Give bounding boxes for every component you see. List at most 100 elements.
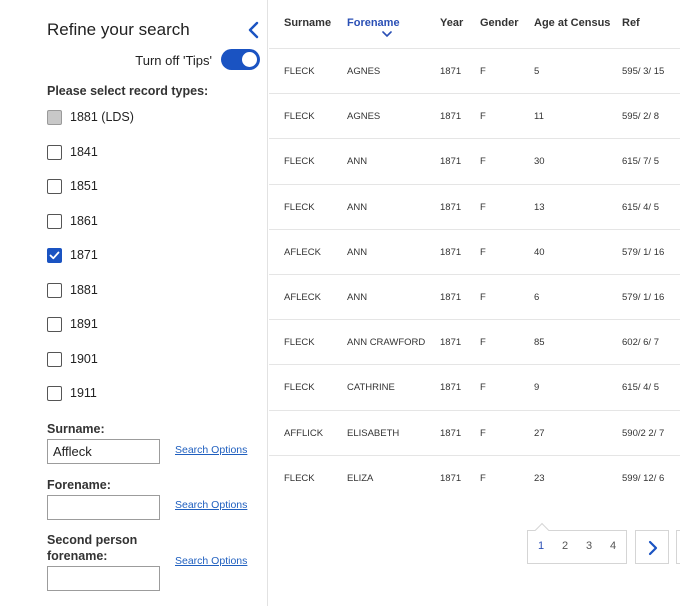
next-page-button[interactable] [635,530,669,564]
table-row[interactable]: FLECK AGNES 1871 F 5 595/ 3/ 15 [269,48,680,93]
cell-surname: FLECK [284,337,315,349]
collapse-sidebar-chevron-icon[interactable] [246,21,262,39]
record-type-label: 1871 [70,248,98,262]
refine-search-sidebar: Refine your search Turn off 'Tips' Pleas… [0,0,268,606]
record-type-label: 1901 [70,352,98,366]
record-type-checkbox[interactable] [47,178,62,194]
column-header-forename[interactable]: Forename [347,17,400,29]
cell-forename: ANN [347,292,368,303]
cell-ref: 599/ 12/ 6 [622,472,665,484]
record-type-1881-lds: 1881 (LDS) [47,108,134,126]
cell-gender: F [480,66,486,77]
surname-search-options-link[interactable]: Search Options [175,444,247,456]
cell-year: 1871 [440,427,462,439]
column-header-gender[interactable]: Gender [480,17,519,29]
last-page-button[interactable] [676,530,680,564]
cell-age: 23 [534,472,545,484]
record-type-checkbox[interactable] [47,213,62,229]
cell-age: 27 [534,427,545,439]
record-type-checkbox[interactable] [47,351,62,367]
record-type-1841[interactable]: 1841 [47,143,98,161]
record-type-checkbox [47,109,62,125]
cell-surname: AFLECK [284,292,321,303]
second-forename-label-line2: forename: [47,549,108,563]
record-type-checkbox[interactable] [47,316,62,332]
pagination: 1 2 3 4 [527,522,627,564]
cell-age: 30 [534,156,545,168]
results-table: Surname Forename Year Gender Age at Cens… [269,0,680,606]
cell-age: 85 [534,337,545,349]
table-row[interactable]: FLECK ELIZA 1871 F 23 599/ 12/ 6 [269,454,680,500]
cell-ref: 579/ 1/ 16 [622,292,665,303]
cell-forename: CATHRINE [347,382,395,394]
record-type-checkbox[interactable] [47,247,62,263]
cell-year: 1871 [440,66,462,77]
record-type-label: 1881 (LDS) [70,110,134,124]
table-row[interactable]: AFFLICK ELISABETH 1871 F 27 590/2 2/ 7 [269,409,680,455]
cell-gender: F [480,292,486,303]
record-type-1861[interactable]: 1861 [47,212,98,230]
cell-forename: AGNES [347,111,381,123]
cell-surname: FLECK [284,111,315,123]
table-row[interactable]: FLECK ANN 1871 F 30 615/ 7/ 5 [269,138,680,183]
cell-gender: F [480,337,486,349]
cell-forename: ANN [347,156,368,168]
page-1-link[interactable]: 1 [538,540,544,552]
cell-gender: F [480,111,486,123]
cell-age: 40 [534,246,545,258]
cell-gender: F [480,201,486,213]
record-type-checkbox[interactable] [47,282,62,298]
table-row[interactable]: FLECK ANN CRAWFORD 1871 F 85 602/ 6/ 7 [269,319,680,364]
second-forename-input[interactable] [47,566,160,591]
cell-surname: FLECK [284,472,315,484]
record-type-checkbox[interactable] [47,144,62,160]
cell-gender: F [480,156,486,168]
cell-year: 1871 [440,292,462,303]
cell-year: 1871 [440,201,462,213]
cell-year: 1871 [440,337,462,349]
table-row[interactable]: FLECK AGNES 1871 F 11 595/ 2/ 8 [269,93,680,138]
cell-gender: F [480,427,486,439]
column-header-surname[interactable]: Surname [284,17,331,29]
column-header-age[interactable]: Age at Census [534,17,610,29]
cell-age: 11 [534,111,544,123]
cell-forename: ELISABETH [347,427,400,439]
cell-gender: F [480,472,486,484]
cell-age: 9 [534,382,540,394]
surname-input[interactable] [47,439,160,464]
tips-toggle[interactable] [221,49,260,70]
page-4-link[interactable]: 4 [610,540,616,552]
forename-search-options-link[interactable]: Search Options [175,499,247,511]
record-type-label: 1911 [70,386,97,400]
sidebar-title: Refine your search [47,20,190,39]
record-type-1881[interactable]: 1881 [47,281,98,299]
cell-age: 5 [534,66,540,77]
record-type-1851[interactable]: 1851 [47,177,98,195]
record-type-1891[interactable]: 1891 [47,315,98,333]
table-row[interactable]: FLECK CATHRINE 1871 F 9 615/ 4/ 5 [269,364,680,409]
forename-input[interactable] [47,495,160,520]
chevron-right-icon [648,540,658,556]
record-type-label: 1891 [70,317,98,331]
table-row[interactable]: AFLECK ANN 1871 F 40 579/ 1/ 16 [269,228,680,274]
record-type-1911[interactable]: 1911 [47,384,97,402]
record-type-1901[interactable]: 1901 [47,350,98,368]
page-2-link[interactable]: 2 [562,540,568,552]
cell-ref: 615/ 7/ 5 [622,156,659,168]
column-header-year[interactable]: Year [440,17,463,29]
page-3-link[interactable]: 3 [586,540,592,552]
cell-surname: FLECK [284,66,315,77]
record-type-checkbox[interactable] [47,385,62,401]
cell-forename: ANN [347,201,368,213]
cell-forename: ELIZA [347,472,374,484]
cell-ref: 595/ 3/ 15 [622,66,665,77]
cell-age: 13 [534,201,545,213]
cell-surname: AFFLICK [284,427,324,439]
cell-forename: ANN CRAWFORD [347,337,426,349]
second-forename-search-options-link[interactable]: Search Options [175,555,247,567]
cell-forename: AGNES [347,66,381,77]
column-header-ref[interactable]: Ref [622,17,640,29]
record-type-1871[interactable]: 1871 [47,246,98,264]
table-row[interactable]: FLECK ANN 1871 F 13 615/ 4/ 5 [269,183,680,229]
table-row[interactable]: AFLECK ANN 1871 F 6 579/ 1/ 16 [269,274,680,319]
